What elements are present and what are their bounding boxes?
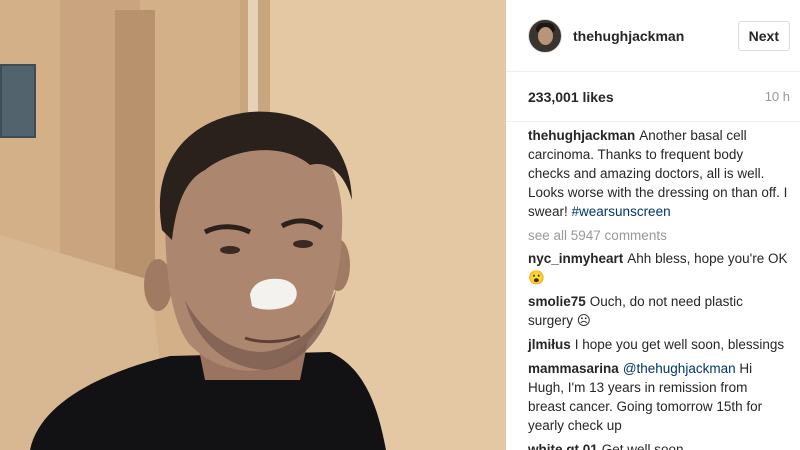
comment-username[interactable]: nyc_inmyheart: [528, 251, 623, 266]
post-header: thehughjackman Next: [506, 0, 800, 72]
selfie-illustration: [0, 0, 506, 450]
list-item: mammasarina @thehughjackman Hi Hugh, I'm …: [528, 359, 788, 435]
list-item: smolie75 Ouch, do not need plastic surger…: [528, 292, 788, 330]
see-all-comments-link[interactable]: see all 5947 comments: [528, 226, 788, 245]
comment-text: Get well soon.: [601, 442, 688, 450]
list-item: nyc_inmyheart Ahh bless, hope you're OK 😮: [528, 249, 788, 287]
list-item: jlmiłus I hope you get well soon, blessin…: [528, 335, 788, 354]
profile-avatar[interactable]: [528, 18, 562, 53]
list-item: white.gt.01 Get well soon.: [528, 440, 788, 450]
caption-username[interactable]: thehughjackman: [528, 128, 635, 143]
comment-username[interactable]: mammasarina: [528, 361, 619, 376]
post-time: 10 h: [764, 89, 790, 104]
post-stats: 233,001 likes 10 h: [506, 72, 800, 122]
caption: thehughjackman Another basal cell carcino…: [528, 126, 788, 221]
caption-hashtag[interactable]: #wearsunscreen: [572, 204, 671, 219]
comment-username[interactable]: white.gt.01: [528, 442, 598, 450]
likes-count[interactable]: 233,001 likes: [528, 89, 614, 105]
comments-list: thehughjackman Another basal cell carcino…: [506, 122, 800, 450]
comment-username[interactable]: jlmiłus: [528, 337, 571, 352]
comment-text: I hope you get well soon, blessings: [574, 337, 785, 352]
header-username[interactable]: thehughjackman: [573, 28, 738, 44]
comment-username[interactable]: smolie75: [528, 294, 586, 309]
post-details-panel: thehughjackman Next 233,001 likes 10 h t…: [506, 0, 800, 450]
comment-mention[interactable]: @thehughjackman: [623, 361, 736, 376]
post-photo: [0, 0, 506, 450]
next-button[interactable]: Next: [737, 20, 790, 51]
